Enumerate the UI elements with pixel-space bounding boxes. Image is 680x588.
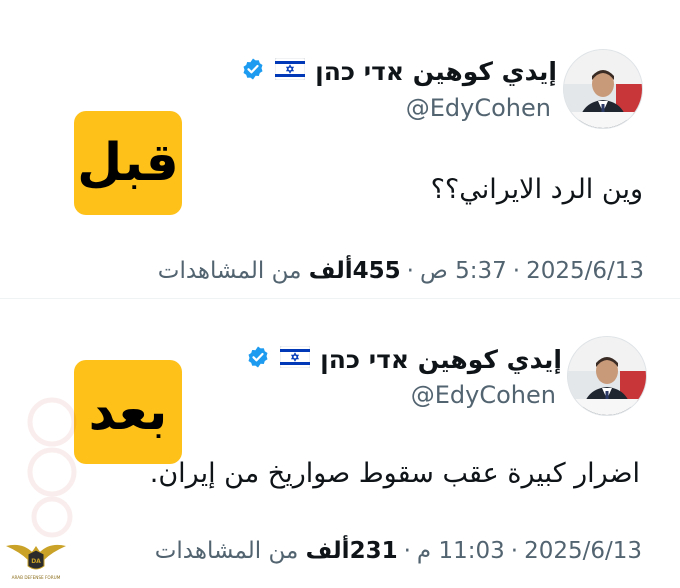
author-name-row: إيدي كوهين אדי כהן: [241, 54, 557, 88]
tweet-date[interactable]: 2025/6/13: [524, 538, 642, 564]
after-label-badge: بعد: [74, 360, 182, 464]
author-name-row: إيدي كوهين אדי כהן: [246, 342, 562, 376]
verified-badge-icon: [241, 57, 265, 85]
views-label: من المشاهدات: [157, 258, 302, 284]
tweet-meta: 2025/6/13 · 11:03 م · 231ألف من المشاهدا…: [154, 538, 642, 564]
verified-badge-icon: [246, 345, 270, 373]
svg-text:DA: DA: [31, 558, 41, 565]
tweet-date[interactable]: 2025/6/13: [526, 258, 644, 284]
forum-logo-watermark: DA ARAB DEFENSE FORUM: [4, 532, 68, 584]
views-count[interactable]: 455ألف: [309, 258, 401, 284]
avatar-photo-icon: [568, 337, 646, 415]
before-label-badge: قبل: [74, 111, 182, 215]
avatar[interactable]: [568, 337, 646, 415]
tweet-text: اضرار كبيرة عقب سقوط صواريخ من إيران.: [149, 458, 640, 489]
author-display-name[interactable]: إيدي كوهين אדי כהן: [315, 57, 557, 86]
views-count[interactable]: 231ألف: [306, 538, 398, 564]
tweet-text: وين الرد الايراني؟؟: [430, 174, 643, 205]
tweet-card-after[interactable]: إيدي كوهين אדי כהן @EdyCohen بعد اضرار ك…: [0, 300, 680, 587]
avatar-photo-icon: [564, 50, 642, 128]
tweet-divider: [0, 298, 680, 299]
svg-text:ARAB DEFENSE FORUM: ARAB DEFENSE FORUM: [12, 575, 61, 580]
views-label: من المشاهدات: [154, 538, 299, 564]
israel-flag-icon: [274, 57, 306, 84]
author-display-name[interactable]: إيدي كوهين אדי כהן: [320, 345, 562, 374]
tweet-card-before[interactable]: إيدي كوهين אדי כהן @EdyCohen قبل وين الر…: [0, 0, 680, 300]
arab-defense-forum-logo: DA ARAB DEFENSE FORUM: [6, 544, 66, 580]
tweet-time[interactable]: 11:03 م: [417, 538, 505, 564]
tweet-meta: 2025/6/13 · 5:37 ص · 455ألف من المشاهدات: [157, 258, 644, 284]
tweet-time[interactable]: 5:37 ص: [420, 258, 507, 284]
author-handle[interactable]: @EdyCohen: [411, 381, 556, 409]
background-watermark-icon: [27, 397, 77, 538]
israel-flag-icon: [279, 345, 311, 372]
avatar[interactable]: [564, 50, 642, 128]
author-handle[interactable]: @EdyCohen: [406, 94, 551, 122]
